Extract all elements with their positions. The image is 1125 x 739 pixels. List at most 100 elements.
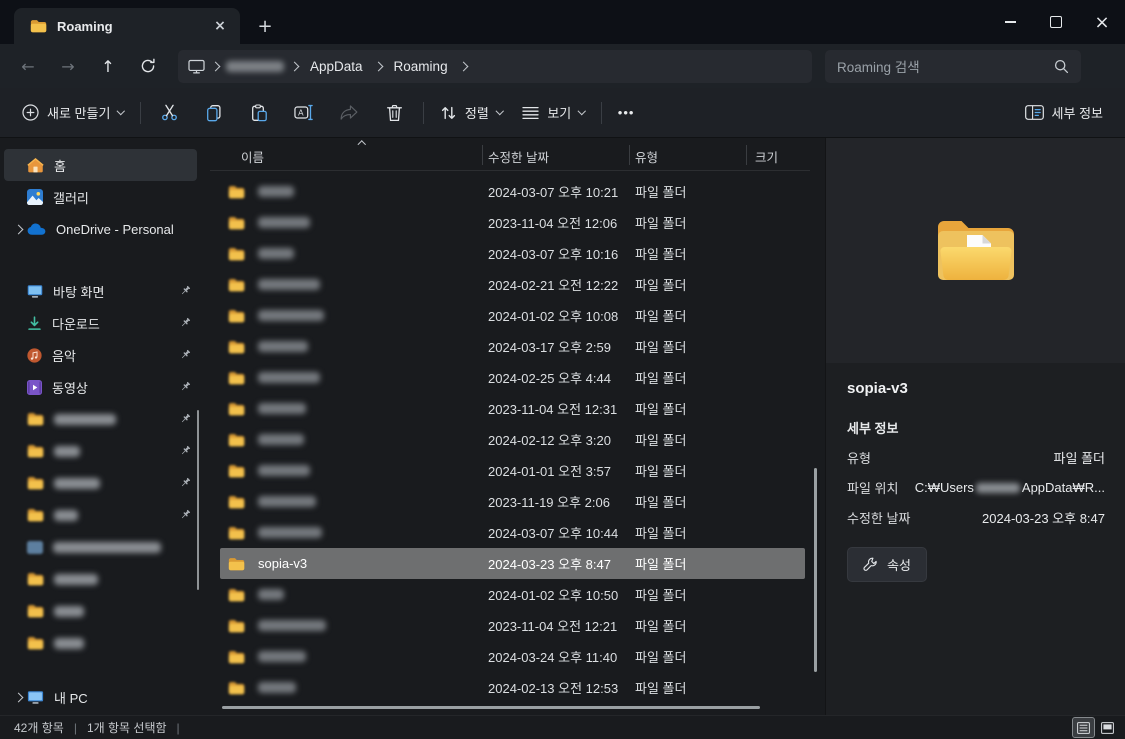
- file-row[interactable]: 2024-02-13 오전 12:53파일 폴더: [220, 672, 805, 703]
- sidebar-item-music[interactable]: 음악: [4, 339, 197, 371]
- sidebar-item-folder-4[interactable]: [4, 499, 197, 531]
- back-button[interactable]: ←: [12, 50, 44, 82]
- sidebar-item-label: 다운로드: [52, 314, 100, 333]
- properties-button[interactable]: 속성: [847, 547, 927, 582]
- file-date: 2024-02-12 오후 3:20: [488, 430, 635, 449]
- cloud-icon: [27, 223, 46, 235]
- file-row[interactable]: 2024-03-07 오후 10:16파일 폴더: [220, 238, 805, 269]
- explorer-tab[interactable]: Roaming ×: [14, 8, 240, 44]
- file-type: 파일 폴더: [635, 647, 805, 666]
- file-row[interactable]: 2024-01-02 오후 10:08파일 폴더: [220, 300, 805, 331]
- sidebar-item-my-pc[interactable]: 내 PC: [4, 681, 197, 713]
- chevron-right-icon: [290, 61, 300, 71]
- column-separator[interactable]: [746, 145, 747, 165]
- search-input[interactable]: Roaming 검색: [825, 50, 1081, 83]
- close-button[interactable]: ×: [1079, 0, 1125, 44]
- file-row-sopia-v3[interactable]: sopia-v32024-03-23 오후 8:47파일 폴더: [220, 548, 805, 579]
- up-button[interactable]: ↑: [92, 50, 124, 82]
- details-view-toggle[interactable]: [1073, 718, 1094, 737]
- file-date: 2023-11-04 오전 12:31: [488, 399, 635, 418]
- file-row[interactable]: 2024-02-12 오후 3:20파일 폴더: [220, 424, 805, 455]
- sidebar-item-onedrive[interactable]: OneDrive - Personal: [4, 213, 197, 245]
- sidebar-scrollbar[interactable]: [197, 410, 199, 590]
- sidebar-item-label: 음악: [52, 346, 76, 365]
- file-name-cell: sopia-v3: [220, 556, 488, 571]
- file-date: 2023-11-04 오전 12:06: [488, 213, 635, 232]
- rename-button[interactable]: A: [282, 96, 327, 130]
- breadcrumb-redacted-user[interactable]: [226, 61, 284, 72]
- wrench-icon: [863, 557, 878, 572]
- cut-button[interactable]: [147, 96, 192, 130]
- chevron-right-icon[interactable]: [10, 694, 27, 701]
- view-button[interactable]: 보기: [512, 96, 594, 130]
- sidebar-item-desktop[interactable]: 바탕 화면: [4, 275, 197, 307]
- file-row[interactable]: 2023-11-04 오전 12:21파일 폴더: [220, 610, 805, 641]
- file-date: 2024-02-13 오전 12:53: [488, 678, 635, 697]
- file-row[interactable]: 2024-02-21 오전 12:22파일 폴더: [220, 269, 805, 300]
- maximize-button[interactable]: [1033, 0, 1079, 44]
- details-pane-toggle[interactable]: 세부 정보: [1015, 96, 1113, 130]
- vertical-scrollbar[interactable]: [814, 468, 817, 672]
- chevron-right-icon[interactable]: [10, 226, 27, 233]
- sidebar-item-gallery[interactable]: 갤러리: [4, 181, 197, 213]
- refresh-icon: [140, 58, 156, 74]
- breadcrumb-appdata[interactable]: AppData: [305, 59, 368, 74]
- tab-close-button[interactable]: ×: [208, 14, 232, 38]
- details-pane: sopia-v3 세부 정보 유형파일 폴더파일 위치C:₩UsersAppDa…: [825, 138, 1125, 715]
- forward-button[interactable]: →: [52, 50, 84, 82]
- column-header-type[interactable]: 유형: [635, 147, 658, 166]
- breadcrumb-roaming[interactable]: Roaming: [389, 59, 453, 74]
- file-row[interactable]: 2023-11-04 오전 12:06파일 폴더: [220, 207, 805, 238]
- file-row[interactable]: 2024-03-24 오후 11:40파일 폴더: [220, 641, 805, 672]
- folder-icon: [228, 526, 245, 540]
- paste-icon: [250, 104, 268, 122]
- sidebar-item-folder-2[interactable]: [4, 435, 197, 467]
- file-type: 파일 폴더: [635, 523, 805, 542]
- column-separator[interactable]: [629, 145, 630, 165]
- file-row[interactable]: 2023-11-04 오전 12:31파일 폴더: [220, 393, 805, 424]
- sort-button[interactable]: 정렬: [430, 96, 512, 130]
- file-row[interactable]: 2024-01-02 오후 10:50파일 폴더: [220, 579, 805, 610]
- file-type: 파일 폴더: [635, 430, 805, 449]
- horizontal-scrollbar[interactable]: [222, 706, 760, 709]
- sidebar-item-folder-3[interactable]: [4, 467, 197, 499]
- details-field-value: 파일 폴더: [1054, 448, 1105, 467]
- sidebar-item-folder-1[interactable]: [4, 403, 197, 435]
- link-icon: [27, 541, 43, 554]
- paste-button[interactable]: [237, 96, 282, 130]
- sidebar-item-folder-7[interactable]: [4, 627, 197, 659]
- refresh-button[interactable]: [132, 50, 164, 82]
- column-header-size[interactable]: 크기: [755, 147, 778, 166]
- file-name-cell: [220, 650, 488, 664]
- sidebar-item-folder-6[interactable]: [4, 595, 197, 627]
- sidebar-item-link-1[interactable]: [4, 531, 197, 563]
- thumbnail-view-toggle[interactable]: [1097, 718, 1118, 737]
- file-row[interactable]: 2024-03-17 오후 2:59파일 폴더: [220, 331, 805, 362]
- redacted-file-name: [258, 217, 310, 228]
- more-options-button[interactable]: •••: [608, 96, 645, 130]
- copy-button[interactable]: [192, 96, 237, 130]
- file-list: 이름 수정한 날짜 유형 크기 2024-03-07 오후 10:21파일 폴더…: [205, 138, 825, 715]
- file-row[interactable]: 2024-03-07 오후 10:44파일 폴더: [220, 517, 805, 548]
- file-type: 파일 폴더: [635, 678, 805, 697]
- file-row[interactable]: 2024-01-01 오전 3:57파일 폴더: [220, 455, 805, 486]
- sidebar-item-folder-5[interactable]: [4, 563, 197, 595]
- copy-icon: [205, 104, 223, 122]
- breadcrumb[interactable]: AppData Roaming: [178, 50, 812, 83]
- file-row[interactable]: 2023-11-19 오후 2:06파일 폴더: [220, 486, 805, 517]
- file-name-cell: [220, 588, 488, 602]
- new-tab-button[interactable]: +: [248, 10, 282, 42]
- share-button[interactable]: [327, 96, 372, 130]
- delete-button[interactable]: [372, 96, 417, 130]
- file-row[interactable]: 2024-03-07 오후 10:21파일 폴더: [220, 176, 805, 207]
- file-row[interactable]: 2024-02-25 오후 4:44파일 폴더: [220, 362, 805, 393]
- column-header-date[interactable]: 수정한 날짜: [488, 147, 549, 166]
- column-header-name[interactable]: 이름: [241, 147, 264, 166]
- new-button[interactable]: 새로 만들기: [12, 96, 134, 130]
- minimize-button[interactable]: [987, 0, 1033, 44]
- column-separator[interactable]: [482, 145, 483, 165]
- sidebar-item-videos[interactable]: 동영상: [4, 371, 197, 403]
- sidebar-item-downloads[interactable]: 다운로드: [4, 307, 197, 339]
- sidebar-item-home[interactable]: 홈: [4, 149, 197, 181]
- file-type: 파일 폴더: [635, 585, 805, 604]
